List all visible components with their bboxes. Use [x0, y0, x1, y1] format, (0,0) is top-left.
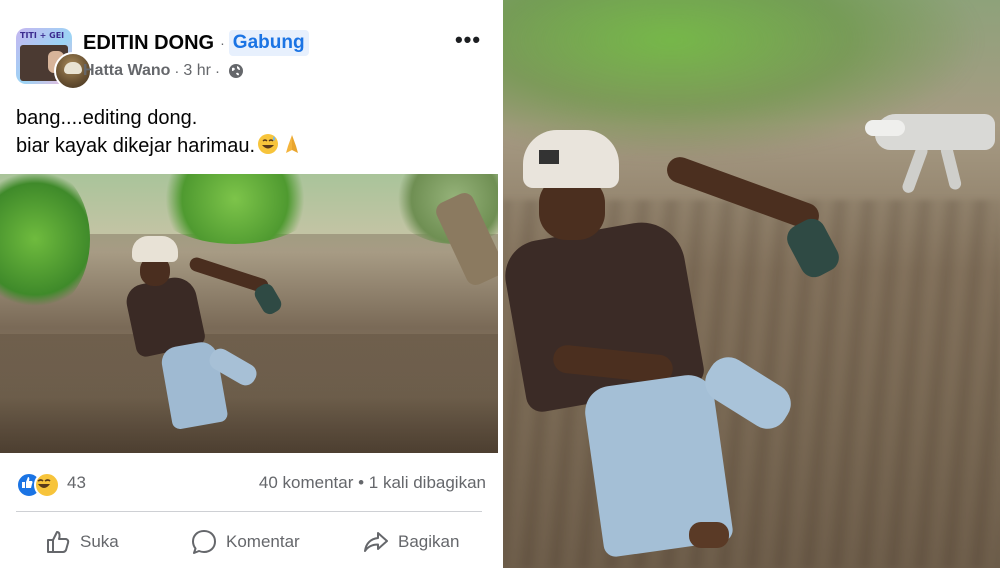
post-actions-bar: Suka Komentar Bagikan — [16, 522, 482, 562]
like-button-label: Suka — [80, 532, 119, 551]
folded-hands-emoji-icon — [281, 133, 303, 155]
meta-row: Hatta Wano · 3 hr · — [83, 62, 244, 80]
comment-button[interactable]: Komentar — [190, 522, 300, 562]
actions-divider — [16, 511, 482, 512]
runner-arm — [663, 153, 823, 233]
like-button[interactable]: Suka — [44, 522, 119, 562]
stats-separator: • — [358, 473, 365, 492]
edited-running-man — [503, 130, 844, 560]
runner-hat — [523, 130, 619, 188]
share-count-link[interactable]: 1 kali dibagikan — [369, 473, 486, 492]
photo-running-man — [123, 236, 285, 436]
shark-jaw — [865, 120, 905, 136]
thumbs-up-icon — [47, 531, 70, 553]
comment-button-label: Komentar — [226, 532, 300, 551]
grinning-sweat-emoji-icon — [257, 133, 279, 155]
haha-reaction-icon — [34, 472, 60, 498]
share-button-label: Bagikan — [398, 532, 460, 551]
post-text-line-2-text: biar kayak dikejar harimau. — [16, 135, 255, 157]
share-button[interactable]: Bagikan — [362, 522, 459, 562]
share-arrow-icon — [364, 532, 388, 552]
meta-separator: · — [174, 62, 180, 80]
post-header: TITI + GEI EDITIN DONG · Gabung Hatta Wa… — [16, 28, 486, 90]
globe-icon — [228, 63, 244, 79]
join-group-button[interactable]: Gabung — [228, 30, 309, 56]
post-text-line-2: biar kayak dikejar harimau. — [16, 132, 486, 160]
shark-leg — [939, 143, 963, 191]
post-timestamp[interactable]: 3 hr — [183, 62, 211, 80]
post-text-line-1: bang....editing dong. — [16, 107, 198, 129]
runner-hat — [132, 236, 178, 262]
title-separator: · — [220, 35, 225, 51]
reaction-count[interactable]: 43 — [67, 473, 86, 493]
reaction-icons[interactable] — [16, 472, 60, 498]
author-name-link[interactable]: Hatta Wano — [83, 62, 170, 80]
speech-bubble-icon — [192, 530, 216, 554]
hat-badge — [539, 150, 559, 164]
title-row: EDITIN DONG · Gabung — [83, 30, 309, 56]
facebook-post-card: TITI + GEI EDITIN DONG · Gabung Hatta Wa… — [0, 0, 498, 568]
shark-leg — [900, 143, 930, 195]
post-stats-row: 43 40 komentar • 1 kali dibagikan — [16, 470, 486, 498]
comment-count-link[interactable]: 40 komentar — [259, 473, 354, 492]
meta-separator-2: · — [214, 62, 220, 80]
runner-foot — [689, 522, 729, 548]
group-name-link[interactable]: EDITIN DONG — [83, 32, 214, 55]
shark-creature — [865, 100, 1000, 210]
post-photo[interactable] — [0, 174, 498, 453]
photo-foliage-left — [0, 174, 90, 314]
comments-shares-count: 40 komentar • 1 kali dibagikan — [259, 473, 486, 493]
edited-photo — [503, 0, 1000, 568]
more-options-icon[interactable]: ••• — [448, 27, 488, 52]
group-avatar-text: TITI + GEI — [20, 31, 65, 40]
post-text: bang....editing dong. biar kayak dikejar… — [16, 104, 486, 160]
